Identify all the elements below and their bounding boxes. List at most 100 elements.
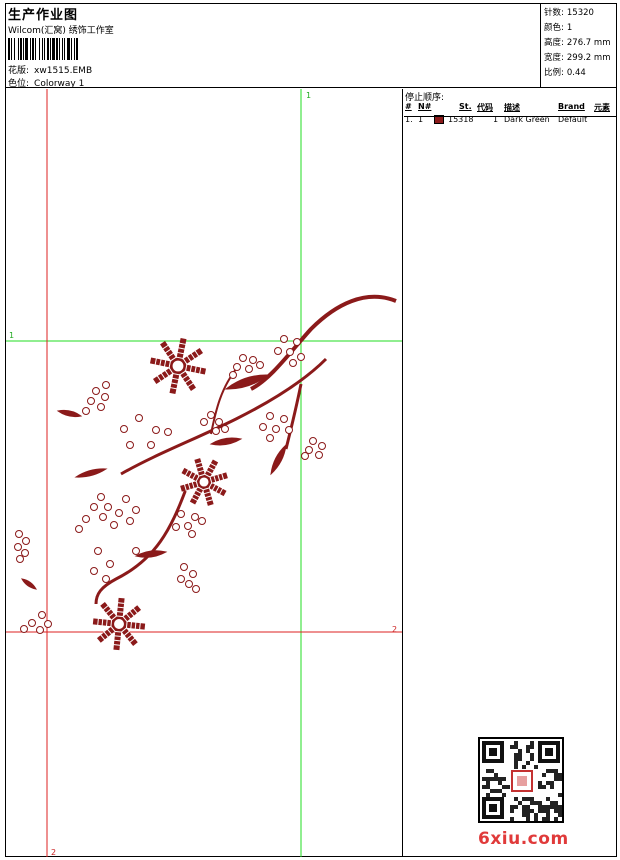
- col-needle: N#: [418, 102, 432, 111]
- colorway-line: 色位: Colorway 1: [8, 76, 84, 89]
- stem-top: [250, 294, 397, 391]
- table-header: # N# St. 代码 描述 Brand 元素: [404, 102, 616, 114]
- seal-icon: [511, 770, 533, 792]
- bead: [309, 437, 317, 445]
- bead: [274, 347, 282, 355]
- guide-marker-left: 1: [9, 331, 14, 340]
- bead: [229, 371, 237, 379]
- bead: [266, 434, 274, 442]
- bead: [90, 503, 98, 511]
- bead: [132, 547, 140, 555]
- bead: [280, 335, 288, 343]
- bead: [152, 426, 160, 434]
- bead: [90, 567, 98, 575]
- bead: [189, 570, 197, 578]
- col-code: 代码: [477, 103, 493, 112]
- bead: [99, 513, 107, 521]
- bead: [126, 441, 134, 449]
- header: 生产作业图 Wilcom(汇窝) 绣饰工作室 花版: xw1515.EMB 色位:…: [6, 4, 616, 89]
- stat-label: 针数:: [544, 8, 564, 18]
- qr-finder: [482, 741, 504, 763]
- flower-center: [197, 475, 211, 489]
- bead: [106, 560, 114, 568]
- bead: [191, 513, 199, 521]
- studio-subtitle: Wilcom(汇窝) 绣饰工作室: [8, 26, 114, 36]
- bead: [147, 441, 155, 449]
- bead: [97, 493, 105, 501]
- leaf: [270, 443, 287, 476]
- site-logo-text: 6xiu.com: [478, 829, 569, 849]
- stat-value: 1: [566, 23, 573, 33]
- stop-sequence-title: 停止顺序:: [405, 93, 445, 103]
- bead: [285, 426, 293, 434]
- bead: [122, 495, 130, 503]
- bead: [301, 452, 309, 460]
- bead: [94, 547, 102, 555]
- bead: [120, 425, 128, 433]
- bead: [102, 381, 110, 389]
- stem-right: [284, 383, 303, 450]
- bead: [132, 506, 140, 514]
- bead: [192, 585, 200, 593]
- bead: [82, 407, 90, 415]
- leaf: [74, 468, 108, 478]
- bead: [212, 427, 220, 435]
- bead: [259, 423, 267, 431]
- col-element: 元素: [594, 103, 610, 112]
- pattern-label: 花版:: [8, 66, 30, 76]
- bead: [239, 354, 247, 362]
- stat-label: 颜色:: [544, 23, 564, 33]
- stop-sequence-table: # N# St. 代码 描述 Brand 元素 1. 1 15318 1 Dar…: [404, 102, 616, 126]
- embroidery-canvas: 1 1 2 2: [6, 89, 402, 857]
- guide-marker-top: 1: [306, 91, 311, 100]
- bead: [20, 625, 28, 633]
- header-info: 生产作业图 Wilcom(汇窝) 绣饰工作室 花版: xw1515.EMB 色位:…: [6, 4, 540, 89]
- leaf: [21, 578, 37, 590]
- stats-panel: 针数: 15320 颜色: 1 高度: 276.7 mm 宽度: 299.2 mm 比例…: [540, 4, 616, 88]
- stat-width: 宽度: 299.2 mm: [544, 51, 616, 66]
- bead: [28, 619, 36, 627]
- bead: [289, 359, 297, 367]
- floral-motif: [14, 294, 397, 651]
- bead: [293, 338, 301, 346]
- qr-finder: [482, 797, 504, 819]
- bead: [172, 523, 180, 531]
- page-title: 生产作业图: [8, 8, 79, 23]
- stat-value: 299.2 mm: [566, 53, 611, 63]
- bead: [207, 411, 215, 419]
- colorway-value: Colorway 1: [34, 79, 85, 89]
- pattern-value: xw1515.EMB: [34, 66, 93, 76]
- bead: [87, 397, 95, 405]
- table-divider: [404, 116, 616, 117]
- bead: [177, 575, 185, 583]
- flower-center: [171, 359, 185, 373]
- bead: [297, 353, 305, 361]
- bead: [188, 530, 196, 538]
- guide-marker-right: 2: [392, 625, 397, 634]
- bead: [315, 451, 323, 459]
- bead: [21, 549, 29, 557]
- bead: [14, 543, 22, 551]
- bead: [177, 510, 185, 518]
- bead: [233, 363, 241, 371]
- stat-value: 276.7 mm: [566, 38, 611, 48]
- bead: [286, 348, 294, 356]
- qr-code: [478, 737, 564, 823]
- bead: [16, 555, 24, 563]
- bead: [280, 415, 288, 423]
- qr-finder: [538, 741, 560, 763]
- leaf: [209, 437, 243, 446]
- design-preview: 1 1 2 2: [6, 89, 403, 857]
- stat-scale: 比例: 0.44: [544, 66, 616, 81]
- bead: [272, 425, 280, 433]
- bead: [44, 620, 52, 628]
- bead: [266, 412, 274, 420]
- leaf: [134, 550, 168, 558]
- bead: [36, 626, 44, 634]
- bead: [101, 393, 109, 401]
- stat-label: 宽度:: [544, 53, 564, 63]
- col-description: 描述: [504, 103, 520, 112]
- col-brand: Brand: [558, 102, 585, 111]
- stat-label: 高度:: [544, 38, 564, 48]
- bead: [249, 356, 257, 364]
